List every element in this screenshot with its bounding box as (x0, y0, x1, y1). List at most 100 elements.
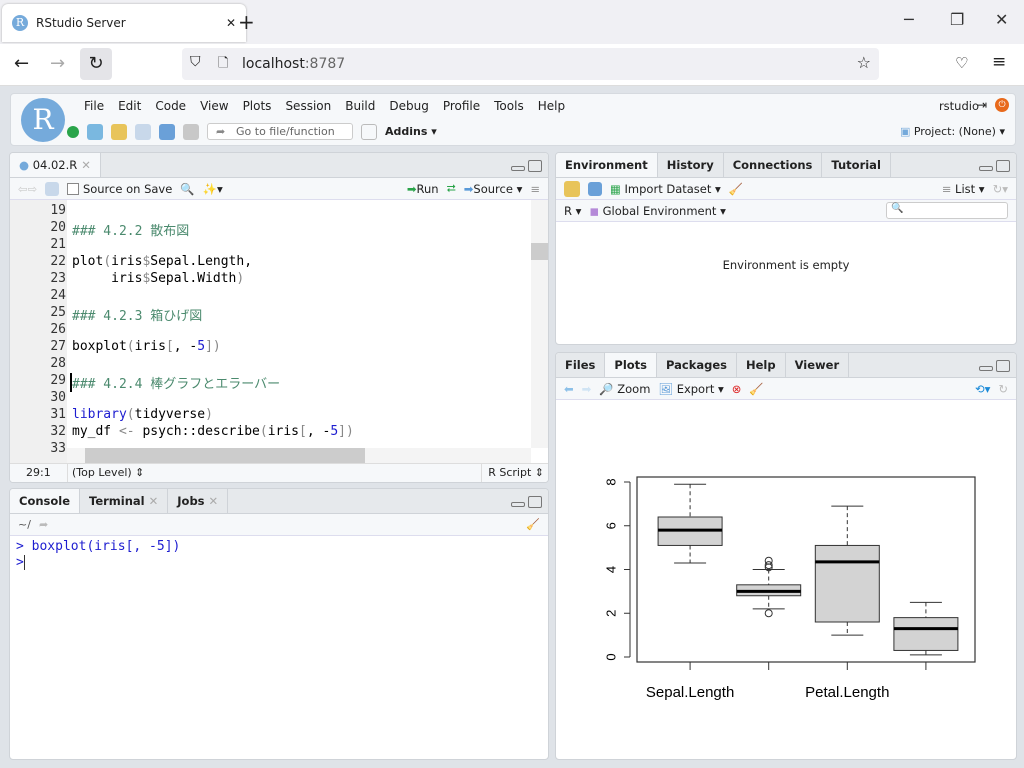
pane-minmax[interactable] (979, 360, 1010, 372)
close-icon[interactable]: ✕ (149, 494, 159, 508)
close-icon[interactable]: ✕ (209, 494, 219, 508)
minimize-icon[interactable]: ─ (904, 10, 914, 29)
import-dataset-button[interactable]: ▦ Import Dataset ▾ (610, 182, 721, 196)
tab-plots[interactable]: Plots (605, 353, 658, 377)
tab-viewer[interactable]: Viewer (786, 353, 850, 377)
publish-icon[interactable]: ⟲▾ (975, 382, 990, 396)
remove-plot-icon[interactable]: ⊗ (732, 382, 742, 396)
next-plot-icon[interactable]: ➡ (582, 382, 592, 396)
tab-console[interactable]: Console (10, 489, 81, 513)
y-tick-label: 4 (603, 566, 618, 573)
menu-build[interactable]: Build (338, 99, 382, 113)
broom-icon[interactable]: 🧹 (729, 182, 743, 196)
source-on-save-checkbox[interactable]: Source on Save (67, 182, 172, 196)
export-button[interactable]: 🖼 Export ▾ (658, 382, 723, 396)
menu-view[interactable]: View (193, 99, 235, 113)
load-workspace-icon[interactable] (564, 180, 580, 197)
tab-files[interactable]: Files (556, 353, 606, 377)
new-file-icon[interactable] (67, 125, 79, 138)
scope-selector[interactable]: (Top Level) ⇕ (67, 464, 144, 482)
maximize-icon[interactable]: ❐ (950, 10, 964, 29)
horizontal-scrollbar[interactable] (67, 448, 531, 464)
refresh-icon[interactable]: ↻ (998, 382, 1008, 396)
y-tick-label: 0 (603, 653, 618, 660)
list-view-button[interactable]: ≡ List ▾ (942, 182, 985, 196)
back-button[interactable]: ← (14, 53, 29, 74)
r-logo: R (21, 98, 65, 142)
pane-minmax[interactable] (511, 160, 542, 172)
menu-icon[interactable]: ≡ (992, 52, 1006, 72)
pane-minmax[interactable] (979, 160, 1010, 172)
goto-file-input[interactable]: ➦ Go to file/function (207, 123, 353, 140)
vertical-scrollbar[interactable] (531, 200, 548, 448)
magic-wand-icon[interactable]: ✨▾ (203, 182, 223, 196)
language-selector[interactable]: R ▾ (564, 204, 581, 218)
bookmark-star-icon[interactable]: ☆ (857, 53, 871, 72)
plots-toolbar: ⬅ ➡ 🔎 Zoom 🖼 Export ▾ ⊗ 🧹 ⟲▾ ↻ (556, 378, 1016, 400)
nav-back-forward-icon[interactable]: ⇦⇨ (18, 182, 37, 196)
clear-console-icon[interactable]: 🧹 (526, 518, 540, 531)
tab-help[interactable]: Help (737, 353, 786, 377)
tab-tutorial[interactable]: Tutorial (822, 153, 891, 177)
rerun-icon[interactable]: ⮂ (447, 181, 456, 196)
project-menu[interactable]: ▣ Project: (None) ▾ (900, 125, 1005, 138)
reload-button[interactable]: ↻ (80, 48, 112, 80)
url-bar[interactable]: ⛉ 🗋 localhost:8787 ☆ (182, 48, 879, 80)
power-icon[interactable]: ⏻ (995, 98, 1009, 112)
menu-file[interactable]: File (77, 99, 111, 113)
print-icon[interactable] (183, 123, 199, 140)
tab-jobs[interactable]: Jobs ✕ (168, 489, 229, 513)
run-button[interactable]: ➡Run (407, 182, 439, 196)
source-arrow-icon: ➡ (463, 181, 474, 196)
new-project-icon[interactable] (87, 123, 103, 140)
source-button[interactable]: ➡Source ▾ (464, 182, 523, 196)
save-icon[interactable] (135, 123, 151, 140)
tab-terminal[interactable]: Terminal ✕ (80, 489, 169, 513)
menu-code[interactable]: Code (148, 99, 193, 113)
plots-pane: Files Plots Packages Help Viewer ⬅ ➡ 🔎 Z… (555, 352, 1017, 760)
outline-icon[interactable]: ≡ (530, 182, 540, 196)
tab-environment[interactable]: Environment (556, 153, 658, 177)
menu-session[interactable]: Session (278, 99, 338, 113)
menu-plots[interactable]: Plots (236, 99, 279, 113)
code-token: [ (165, 339, 174, 354)
save-all-icon[interactable] (159, 123, 175, 140)
open-file-icon[interactable] (111, 123, 127, 140)
menu-help[interactable]: Help (531, 99, 572, 113)
refresh-icon[interactable]: ↻▾ (993, 182, 1008, 196)
search-icon[interactable]: 🔍 (180, 182, 194, 196)
menu-debug[interactable]: Debug (382, 99, 435, 113)
pocket-icon[interactable]: ♡ (955, 54, 968, 72)
close-window-icon[interactable]: ✕ (995, 10, 1008, 29)
console-output[interactable]: > boxplot(iris[, -5]) > (10, 536, 548, 574)
menu-edit[interactable]: Edit (111, 99, 148, 113)
close-icon[interactable]: ✕ (81, 158, 91, 172)
console-prompt[interactable]: > (16, 555, 542, 571)
browser-tab[interactable]: R RStudio Server ✕ (2, 4, 246, 42)
clear-plots-broom-icon[interactable]: 🧹 (749, 382, 763, 396)
go-to-directory-icon[interactable]: ➦ (39, 518, 48, 531)
environment-search-input[interactable]: 🔍 (886, 202, 1008, 219)
zoom-button[interactable]: 🔎 Zoom (599, 382, 650, 396)
sign-out-icon[interactable]: ⇥ (977, 98, 987, 112)
grid-layout-icon[interactable] (361, 123, 377, 140)
menu-tools[interactable]: Tools (487, 99, 531, 113)
tab-history[interactable]: History (658, 153, 724, 177)
code-editor[interactable]: 18 #hist(x, breaks = 2, right = FALSE) 19 2… (10, 200, 548, 464)
tab-connections[interactable]: Connections (724, 153, 823, 177)
save-workspace-icon[interactable] (588, 181, 602, 196)
pane-minmax[interactable] (511, 496, 542, 508)
scope-selector[interactable]: ◼ Global Environment ▾ (589, 204, 725, 218)
forward-button[interactable]: → (50, 53, 65, 74)
addins-button[interactable]: Addins ▾ (385, 125, 437, 138)
tab-packages[interactable]: Packages (657, 353, 737, 377)
save-icon[interactable] (45, 181, 60, 196)
previous-plot-icon[interactable]: ⬅ (564, 382, 574, 396)
tab-04-02-r[interactable]: ● 04.02.R ✕ (10, 153, 101, 177)
source-pane: ● 04.02.R ✕ ⇦⇨ Source on Save 🔍 ✨▾ ➡Run ⮂… (9, 152, 549, 483)
menu-profile[interactable]: Profile (436, 99, 487, 113)
close-tab-icon[interactable]: ✕ (226, 16, 236, 30)
file-type-selector[interactable]: R Script ⇕ (481, 464, 544, 482)
import-icon: ▦ (610, 181, 625, 196)
new-tab-button[interactable]: + (238, 10, 255, 34)
